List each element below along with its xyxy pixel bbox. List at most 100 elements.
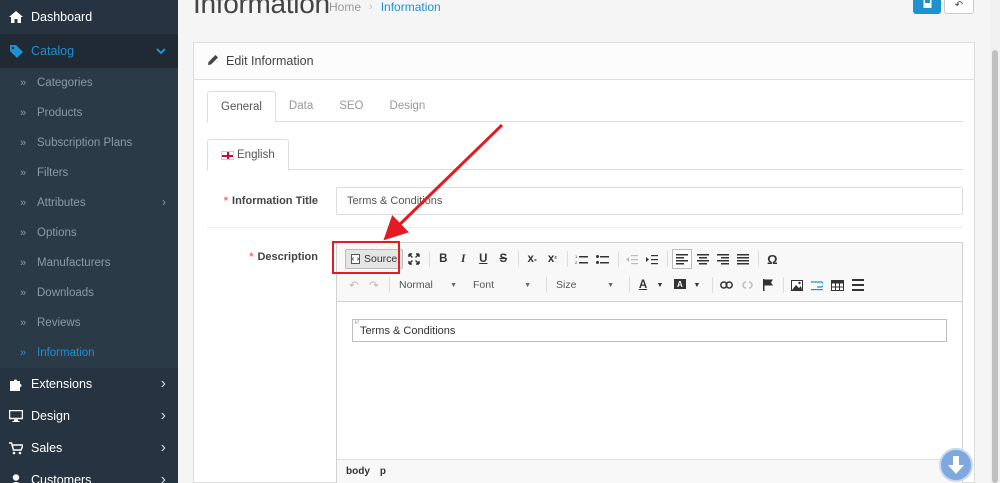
format-select-value: Normal xyxy=(399,279,433,291)
toolbar-separator xyxy=(429,251,431,267)
link-icon[interactable] xyxy=(717,275,736,295)
sidebar-item-label: Downloads xyxy=(37,287,94,299)
align-right-icon[interactable] xyxy=(714,249,732,269)
editor-paragraph[interactable]: Terms & Conditions xyxy=(352,319,947,342)
sidebar-item-filters[interactable]: » Filters xyxy=(0,158,178,188)
sidebar-item-reviews[interactable]: » Reviews xyxy=(0,308,178,338)
nav-label: Design xyxy=(31,409,70,423)
sidebar-item-attributes[interactable]: » Attributes › xyxy=(0,188,178,218)
scrollbar-thumb[interactable] xyxy=(992,50,998,483)
undo-icon[interactable]: ↶ xyxy=(345,275,363,295)
font-select[interactable]: Font ▼ xyxy=(468,275,536,295)
nav-dashboard-label: Dashboard xyxy=(31,10,93,24)
sidebar-item-subscription-plans[interactable]: » Subscription Plans xyxy=(0,128,178,158)
bold-icon[interactable]: B xyxy=(434,249,452,269)
chevron-down-icon xyxy=(156,44,166,58)
title-input-value: Terms & Conditions xyxy=(347,195,443,207)
pencil-icon xyxy=(207,54,219,69)
toolbar-separator xyxy=(389,277,390,293)
double-chevron-right-icon: » xyxy=(20,287,27,299)
breadcrumb-current[interactable]: Information xyxy=(381,0,441,14)
nav-design[interactable]: Design › xyxy=(0,400,178,432)
sidebar-item-categories[interactable]: » Categories xyxy=(0,68,178,98)
numbered-list-icon[interactable]: 12 xyxy=(572,249,591,269)
nav-customers[interactable]: Customers › xyxy=(0,464,178,483)
rich-text-editor: Source B I U S x₂ x² 12 Ω ↶ ↷ Normal ▼ F… xyxy=(336,242,963,483)
omega-icon[interactable]: Ω xyxy=(763,249,781,269)
underline-icon[interactable]: U xyxy=(474,249,492,269)
svg-text:A: A xyxy=(677,280,683,289)
nav-sales[interactable]: Sales › xyxy=(0,432,178,464)
redo-icon[interactable]: ↷ xyxy=(365,275,383,295)
double-chevron-right-icon: » xyxy=(20,197,27,209)
sidebar-item-label: Information xyxy=(37,347,95,359)
floppy-icon xyxy=(923,0,931,8)
language-tabs: English xyxy=(207,139,963,171)
outdent-icon[interactable] xyxy=(623,249,641,269)
sidebar-item-products[interactable]: » Products xyxy=(0,98,178,128)
sidebar-item-label: Subscription Plans xyxy=(37,137,133,149)
align-center-icon[interactable] xyxy=(694,249,712,269)
divider xyxy=(207,227,963,228)
element-path-bar: body p xyxy=(337,459,962,483)
sidebar-item-label: Reviews xyxy=(37,317,81,329)
text-color-icon[interactable]: A xyxy=(634,275,652,295)
chevron-right-icon: › xyxy=(160,439,166,456)
nav-extensions[interactable]: Extensions › xyxy=(0,368,178,400)
tab-seo[interactable]: SEO xyxy=(326,91,376,122)
chevron-right-icon: › xyxy=(160,407,166,424)
sidebar-item-information[interactable]: » Information xyxy=(0,338,178,368)
information-title-input[interactable]: Terms & Conditions xyxy=(336,187,963,215)
italic-icon[interactable]: I xyxy=(454,249,472,269)
nav-catalog-label: Catalog xyxy=(31,44,75,58)
wrap-icon[interactable] xyxy=(808,275,826,295)
sidebar-item-label: Attributes xyxy=(37,197,86,209)
strikethrough-icon[interactable]: S xyxy=(494,249,512,269)
sidebar-item-manufacturers[interactable]: » Manufacturers xyxy=(0,248,178,278)
size-select[interactable]: Size ▼ xyxy=(551,275,619,295)
superscript-icon[interactable]: x² xyxy=(543,249,561,269)
sidebar-item-options[interactable]: » Options xyxy=(0,218,178,248)
editor-content-area[interactable]: P Terms & Conditions xyxy=(337,301,962,459)
breadcrumb-home[interactable]: Home xyxy=(329,0,361,14)
caret-down-icon[interactable]: ▼ xyxy=(651,275,669,295)
justify-icon[interactable] xyxy=(734,249,752,269)
bulleted-list-icon[interactable] xyxy=(593,249,612,269)
table-icon[interactable] xyxy=(828,275,847,295)
caret-down-icon[interactable]: ▼ xyxy=(688,275,706,295)
tab-general[interactable]: General xyxy=(207,91,276,123)
path-body[interactable]: body xyxy=(346,466,370,477)
font-select-value: Font xyxy=(473,279,495,291)
save-button[interactable] xyxy=(913,0,941,14)
scroll-down-button[interactable] xyxy=(939,448,973,482)
path-p[interactable]: p xyxy=(380,466,386,477)
sidebar: Dashboard Catalog » Categories » Products » S… xyxy=(0,0,178,483)
tab-data[interactable]: Data xyxy=(276,91,326,122)
sidebar-item-downloads[interactable]: » Downloads xyxy=(0,278,178,308)
toolbar-separator xyxy=(518,251,520,267)
tab-design[interactable]: Design xyxy=(377,91,439,122)
nav-catalog[interactable]: Catalog xyxy=(0,34,178,68)
maximize-icon[interactable] xyxy=(405,249,423,269)
format-select[interactable]: Normal ▼ xyxy=(394,275,462,295)
double-chevron-right-icon: » xyxy=(20,317,27,329)
image-icon[interactable] xyxy=(788,275,806,295)
nav-dashboard[interactable]: Dashboard xyxy=(0,0,178,34)
breadcrumb-separator-icon: › xyxy=(369,1,373,13)
double-chevron-right-icon: » xyxy=(20,257,27,269)
uk-flag-icon xyxy=(221,150,234,160)
horizontal-rule-icon[interactable] xyxy=(849,275,867,295)
indent-icon[interactable] xyxy=(643,249,661,269)
reply-icon: ↶ xyxy=(954,0,964,11)
chevron-right-icon: › xyxy=(160,471,166,483)
anchor-flag-icon[interactable] xyxy=(759,275,777,295)
align-left-icon[interactable] xyxy=(672,249,693,269)
page-scrollbar[interactable] xyxy=(990,0,1000,483)
subscript-icon[interactable]: x₂ xyxy=(523,249,541,269)
background-color-icon[interactable]: A xyxy=(671,275,689,295)
unlink-icon[interactable] xyxy=(738,275,757,295)
toolbar-separator xyxy=(567,251,569,267)
back-button[interactable]: ↶ xyxy=(944,0,974,14)
tab-language-english[interactable]: English xyxy=(207,139,289,171)
double-chevron-right-icon: » xyxy=(20,347,27,359)
